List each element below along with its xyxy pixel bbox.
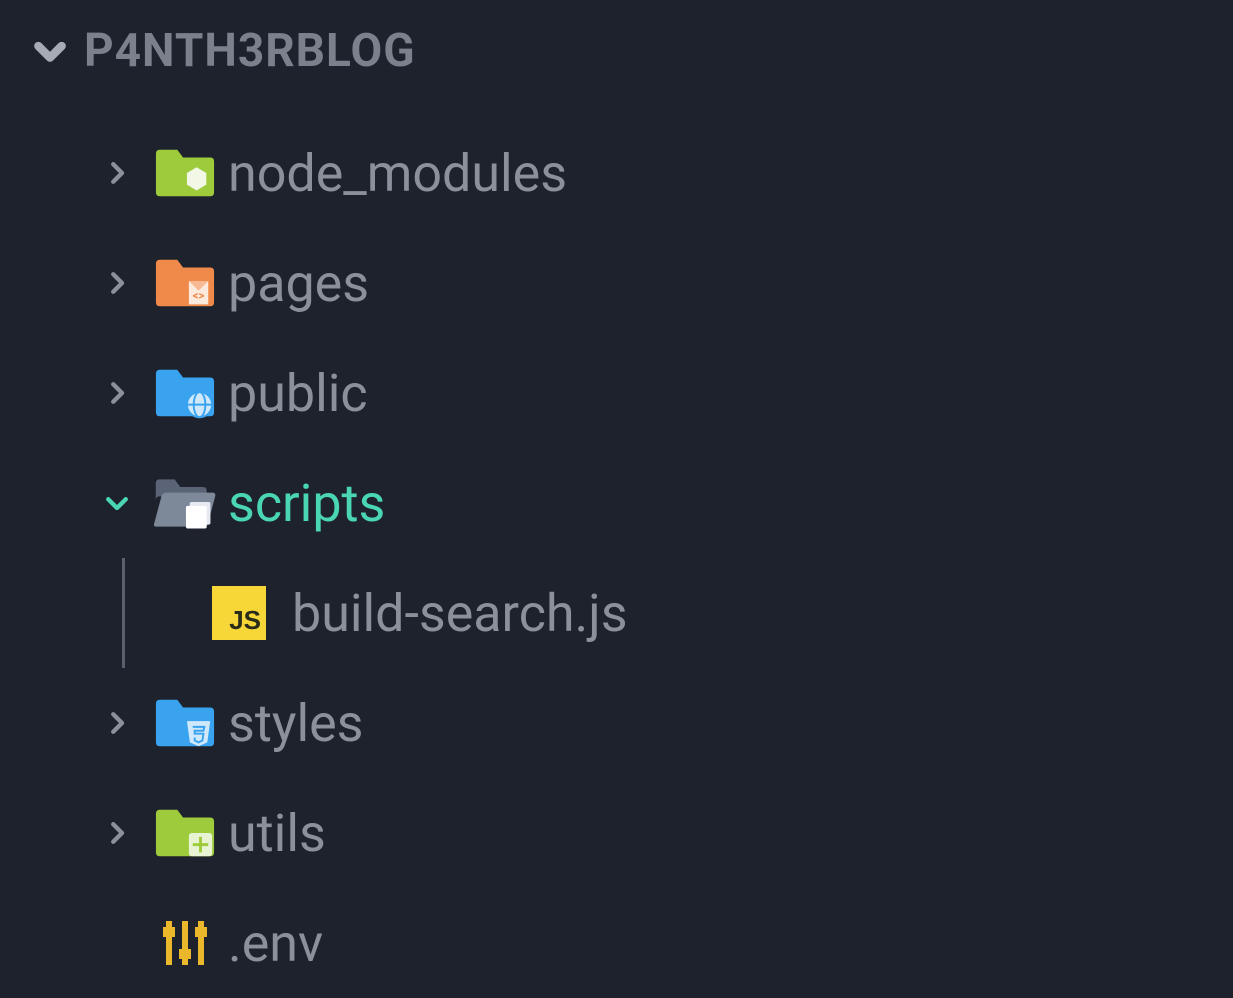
chevron-down-icon [102,488,132,518]
tree-item-label: styles [228,693,364,754]
chevron-right-icon [102,818,132,848]
tree-item-utils[interactable]: utils [0,778,1233,888]
file-tree: node_modules <> pages [0,84,1233,998]
chevron-right-icon [102,708,132,738]
tree-indent-guide [122,558,125,668]
tree-item-styles[interactable]: styles [0,668,1233,778]
project-header[interactable]: P4NTH3RBLOG [0,18,1233,84]
chevron-right-icon [102,378,132,408]
svg-text:<>: <> [193,288,205,302]
chevron-right-icon [102,158,132,188]
tree-item-label: .env [228,913,323,974]
file-explorer: P4NTH3RBLOG node_modules [0,0,1233,998]
tree-item-env[interactable]: .env [0,888,1233,998]
tree-item-node-modules[interactable]: node_modules [0,118,1233,228]
tree-item-pages[interactable]: <> pages [0,228,1233,338]
utils-folder-icon [154,807,216,859]
chevron-right-icon [102,268,132,298]
tree-item-label: pages [228,253,369,314]
chevron-down-icon [30,31,70,71]
tree-item-label: node_modules [228,143,567,204]
tree-item-label: public [228,363,368,424]
tree-item-build-search-js[interactable]: JS build-search.js [0,558,1233,668]
project-title: P4NTH3RBLOG [84,24,416,78]
tree-item-label: scripts [228,473,385,534]
public-folder-icon [154,367,216,419]
node-folder-icon [154,147,216,199]
tree-item-label: utils [228,803,326,864]
tree-item-scripts[interactable]: scripts [0,448,1233,558]
env-file-icon [156,915,214,971]
scripts-folder-open-icon [152,476,218,530]
styles-folder-icon [154,697,216,749]
js-file-icon: JS [212,586,266,640]
tree-item-label: build-search.js [292,583,628,644]
tree-item-public[interactable]: public [0,338,1233,448]
pages-folder-icon: <> [154,257,216,309]
